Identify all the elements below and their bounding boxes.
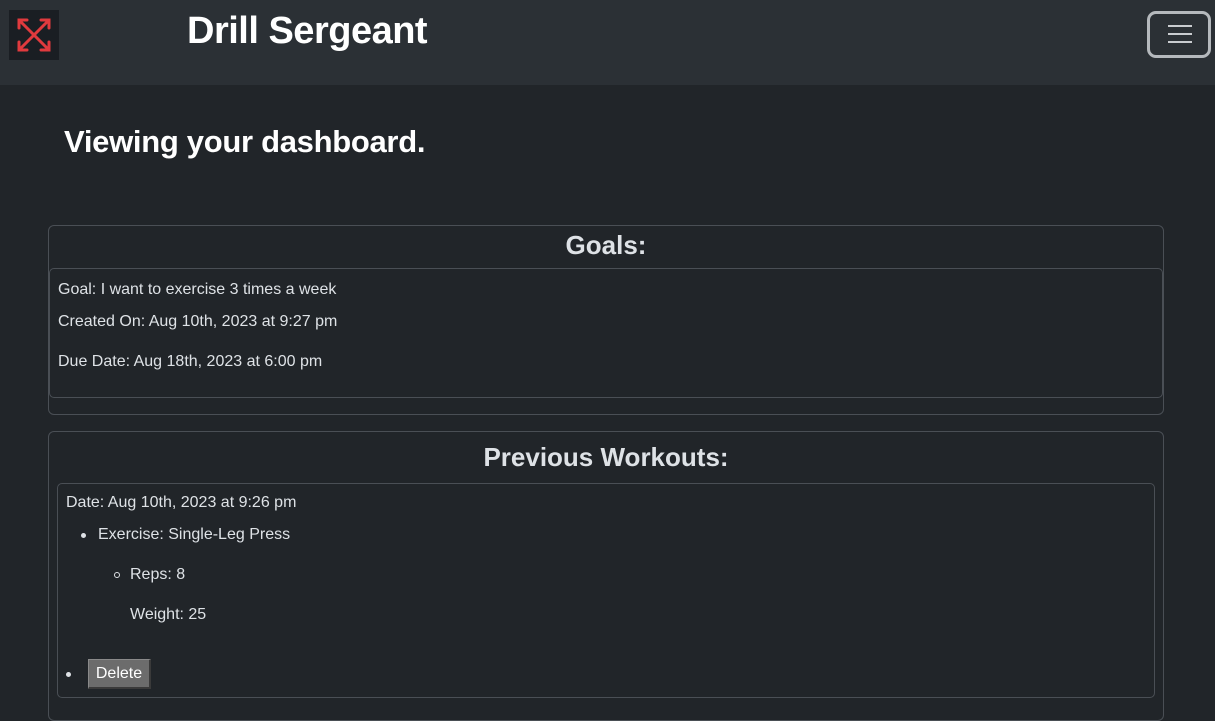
goal-text: Goal: I want to exercise 3 times a week [58, 281, 337, 298]
goal-item: Goal: I want to exercise 3 times a week … [49, 268, 1163, 398]
workouts-title: Previous Workouts: [483, 442, 729, 472]
bullet [81, 533, 86, 538]
navbar-toggle-button[interactable] [1147, 11, 1211, 58]
hamburger-icon-bar [1168, 33, 1192, 35]
goal-due-date: Due Date: Aug 18th, 2023 at 6:00 pm [58, 353, 323, 370]
navbar: Drill Sergeant [0, 0, 1215, 85]
hamburger-icon [1168, 25, 1192, 27]
workout-weight: Weight: 25 [130, 606, 207, 623]
sub-bullet [114, 572, 120, 578]
hamburger-icon-bar [1168, 41, 1192, 43]
goals-title: Goals: [565, 230, 647, 260]
workout-date: Date: Aug 10th, 2023 at 9:26 pm [66, 494, 297, 511]
crossed-arrows-icon[interactable] [9, 10, 59, 60]
page-title: Viewing your dashboard. [64, 124, 426, 159]
goal-created-date: Created On: Aug 10th, 2023 at 9:27 pm [58, 313, 338, 330]
workout-reps: Reps: 8 [130, 566, 186, 583]
bullet [66, 672, 71, 677]
workout-item [57, 483, 1155, 698]
brand-title[interactable]: Drill Sergeant [187, 10, 428, 53]
delete-button[interactable]: Delete [88, 659, 151, 689]
workout-exercise: Exercise: Single-Leg Press [98, 526, 291, 543]
